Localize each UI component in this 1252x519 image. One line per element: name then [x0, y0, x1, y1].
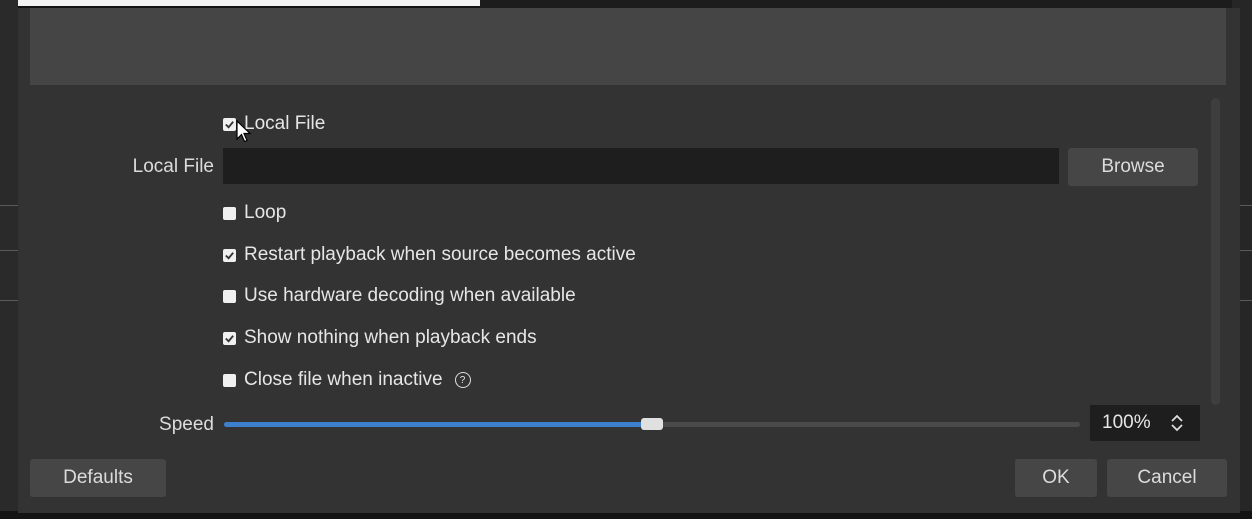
checkbox-unchecked-icon [223, 373, 236, 387]
local-file-checkbox-label: Local File [244, 113, 326, 134]
hardware-decoding-checkbox[interactable]: Use hardware decoding when available [223, 285, 576, 307]
show-nothing-label: Show nothing when playback ends [244, 327, 537, 348]
checkbox-checked-icon [223, 331, 236, 345]
chevron-up-icon[interactable] [1170, 413, 1184, 423]
speed-slider-handle[interactable] [641, 418, 663, 430]
spin-arrows[interactable] [1170, 413, 1184, 433]
speed-label: Speed [159, 414, 214, 435]
speed-spinbox[interactable]: 100% [1090, 405, 1200, 441]
ok-button[interactable]: OK [1015, 459, 1097, 497]
properties-scrollbar[interactable] [1211, 98, 1220, 405]
close-file-inactive-checkbox[interactable]: Close file when inactive ? [223, 369, 471, 391]
local-file-input[interactable] [223, 148, 1059, 184]
checkbox-checked-icon [223, 117, 236, 131]
local-file-field-label: Local File [132, 156, 214, 177]
background-app-left-edge [0, 0, 18, 519]
help-icon[interactable]: ? [454, 372, 471, 388]
checkbox-checked-icon [223, 248, 236, 262]
checkbox-unchecked-icon [223, 206, 236, 220]
speed-value: 100% [1102, 412, 1151, 433]
speed-slider[interactable] [224, 418, 1080, 430]
defaults-button[interactable]: Defaults [30, 459, 166, 497]
browse-button[interactable]: Browse [1068, 148, 1198, 186]
source-properties-dialog: Local File Local File Browse Loop Restar… [18, 8, 1240, 513]
cancel-button[interactable]: Cancel [1107, 459, 1227, 497]
chevron-down-icon[interactable] [1170, 423, 1184, 433]
restart-playback-checkbox[interactable]: Restart playback when source becomes act… [223, 244, 636, 266]
loop-checkbox[interactable]: Loop [223, 202, 286, 224]
close-file-inactive-label: Close file when inactive [244, 369, 443, 390]
restart-playback-label: Restart playback when source becomes act… [244, 244, 636, 265]
hardware-decoding-label: Use hardware decoding when available [244, 285, 576, 306]
checkbox-unchecked-icon [223, 289, 236, 303]
loop-label: Loop [244, 202, 287, 223]
mouse-cursor-icon [236, 120, 252, 143]
speed-slider-fill [224, 422, 652, 427]
show-nothing-checkbox[interactable]: Show nothing when playback ends [223, 327, 537, 349]
source-preview-area [30, 8, 1226, 85]
